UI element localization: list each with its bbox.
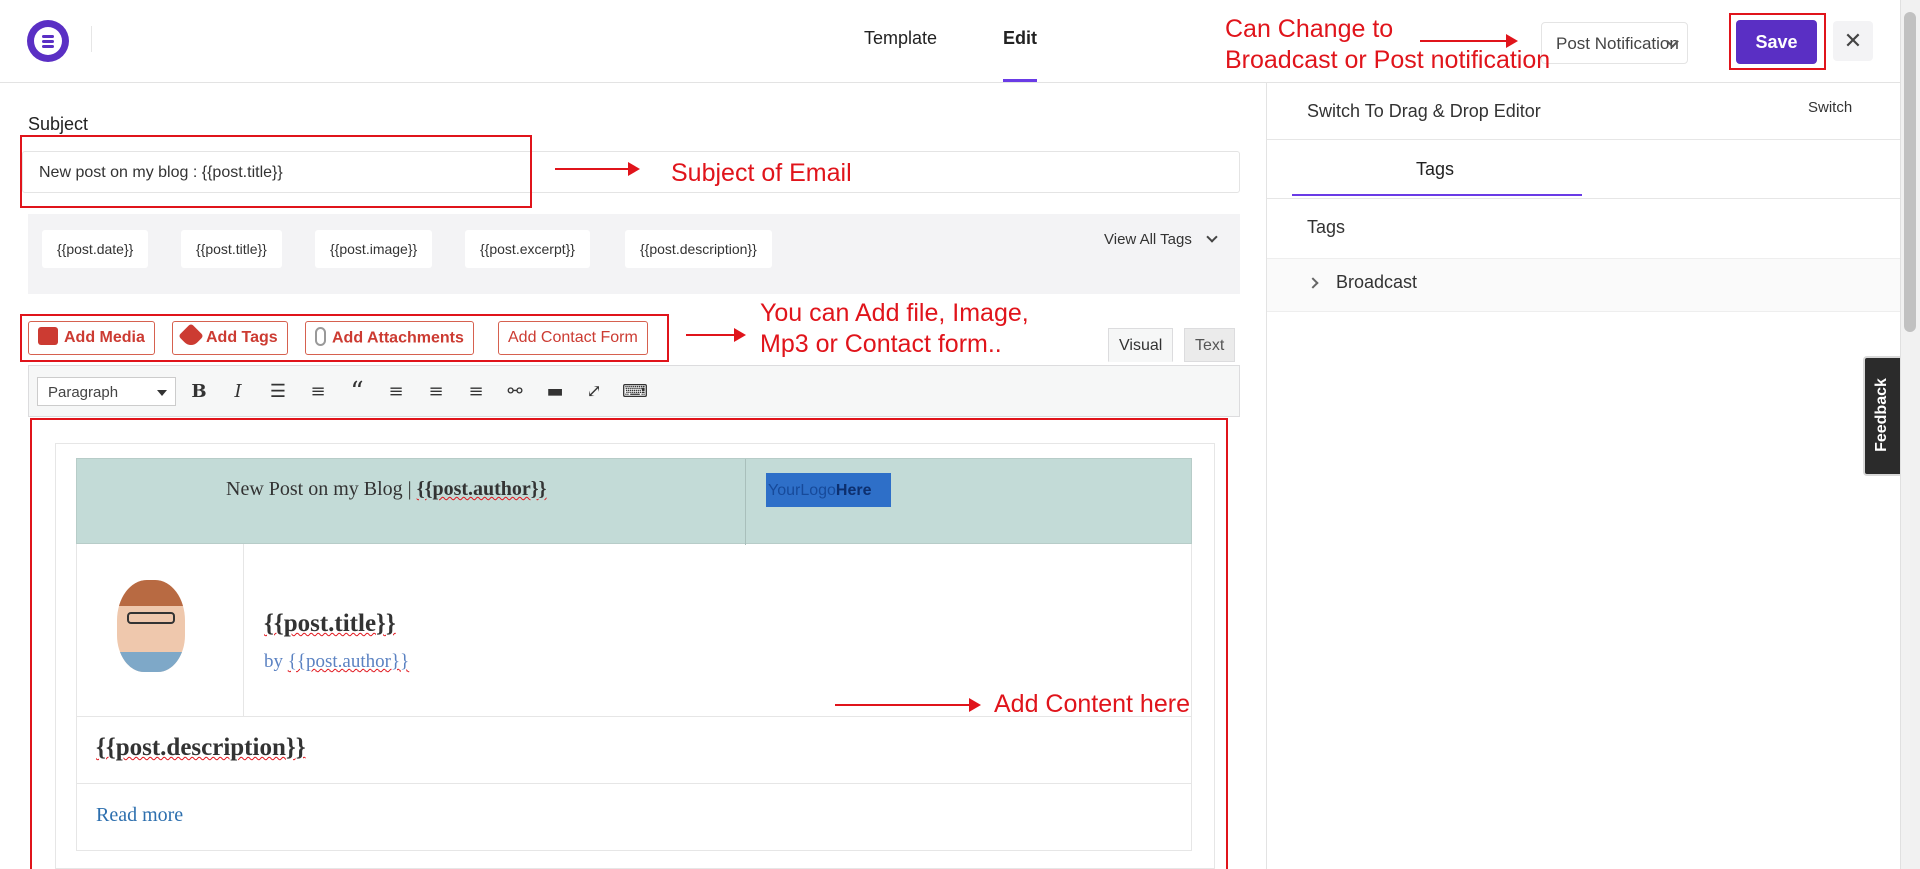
- feedback-tab[interactable]: Feedback: [1863, 356, 1900, 476]
- link-icon[interactable]: ⚯: [503, 381, 527, 405]
- email-header-title[interactable]: New Post on my Blog | {{post.author}}: [226, 478, 547, 501]
- dropdown-arrow-icon: [157, 390, 167, 396]
- tab-visual[interactable]: Visual: [1108, 328, 1174, 362]
- tag-chip-post-excerpt[interactable]: {{post.excerpt}}: [465, 230, 590, 268]
- toolbar-toggle-icon[interactable]: ⌨: [622, 381, 648, 405]
- post-author[interactable]: by {{post.author}}: [264, 651, 409, 673]
- add-tags-button[interactable]: Add Tags: [172, 321, 288, 355]
- annotation-subject-note: Subject of Email: [671, 159, 852, 187]
- tags-section-heading: Tags: [1307, 217, 1346, 237]
- email-header-author-tag: {{post.author}}: [416, 478, 547, 500]
- annotation-media-note: You can Add file, Image, Mp3 or Contact …: [760, 298, 1029, 360]
- tab-text[interactable]: Text: [1184, 328, 1236, 362]
- align-center-icon[interactable]: ≡: [424, 381, 448, 405]
- scrollbar-thumb[interactable]: [1904, 12, 1916, 332]
- post-title[interactable]: {{post.title}}: [264, 610, 396, 638]
- tag-chip-post-title[interactable]: {{post.title}}: [181, 230, 282, 268]
- email-header-row: [76, 458, 1192, 545]
- add-attachments-button[interactable]: Add Attachments: [305, 321, 474, 355]
- paperclip-icon: [315, 327, 326, 346]
- campaign-type-value: Post Notification: [1556, 34, 1679, 53]
- read-more-tag-icon[interactable]: ▬: [543, 381, 567, 405]
- right-panel: [1266, 83, 1900, 869]
- active-tab-indicator: [1003, 79, 1037, 82]
- media-icon: [38, 327, 58, 345]
- active-panel-tab-indicator: [1292, 194, 1582, 196]
- save-button[interactable]: Save: [1736, 20, 1817, 64]
- tag-group-broadcast-label[interactable]: Broadcast: [1336, 272, 1417, 293]
- annotation-arrow-content: [835, 698, 981, 712]
- annotation-arrow-type: [1420, 34, 1518, 48]
- add-media-button[interactable]: Add Media: [28, 321, 155, 355]
- format-select-value: Paragraph: [48, 384, 119, 401]
- post-by-label: by: [264, 651, 288, 672]
- chevron-down-icon: [1206, 231, 1218, 243]
- feedback-label: Feedback: [1873, 378, 1890, 452]
- author-avatar[interactable]: [117, 580, 185, 672]
- tag-chip-post-date[interactable]: {{post.date}}: [42, 230, 149, 268]
- annotation-arrow-media: [686, 328, 746, 342]
- email-header-divider: [745, 459, 746, 545]
- close-icon[interactable]: ✕: [1833, 21, 1873, 61]
- tag-chip-post-description[interactable]: {{post.description}}: [625, 230, 772, 268]
- switch-editor-title: Switch To Drag & Drop Editor: [1307, 101, 1541, 121]
- italic-icon[interactable]: I: [226, 381, 250, 405]
- annotation-type-note: Can Change to Broadcast or Post notifica…: [1225, 14, 1550, 76]
- add-media-label: Add Media: [64, 329, 145, 347]
- panel-divider: [1267, 198, 1900, 199]
- add-contact-form-button[interactable]: Add Contact Form: [498, 321, 648, 355]
- logo-text: YourLogo: [768, 482, 836, 499]
- annotation-media-line2: Mp3 or Contact form..: [760, 330, 1002, 358]
- switch-editor-button[interactable]: Switch: [1808, 99, 1852, 116]
- read-more-row: [76, 784, 1192, 851]
- annotation-media-line1: You can Add file, Image,: [760, 299, 1029, 327]
- post-description[interactable]: {{post.description}}: [96, 734, 306, 762]
- blockquote-icon[interactable]: “: [345, 379, 369, 405]
- tag-icon: [178, 323, 204, 349]
- editor-toolbar: Paragraph B I ☰ ≡ “ ≡ ≡ ≡ ⚯ ▬ ⤢ ⌨: [28, 365, 1240, 417]
- tab-edit[interactable]: Edit: [1003, 28, 1037, 49]
- subject-label: Subject: [28, 114, 89, 134]
- campaign-type-select[interactable]: Post Notification: [1541, 22, 1688, 64]
- annotation-arrow-subject: [555, 162, 640, 176]
- bold-icon[interactable]: B: [187, 381, 211, 405]
- tab-tags[interactable]: Tags: [1416, 159, 1454, 180]
- logo-text-bold: Here: [835, 482, 872, 499]
- add-tags-label: Add Tags: [206, 329, 278, 347]
- logo-placeholder[interactable]: YourLogoHere: [766, 473, 891, 507]
- post-row-divider: [243, 544, 244, 716]
- app-logo-icon[interactable]: [27, 20, 69, 62]
- fullscreen-icon[interactable]: ⤢: [582, 381, 606, 405]
- post-author-tag: {{post.author}}: [287, 651, 410, 672]
- panel-divider: [1267, 139, 1900, 140]
- email-header-prefix: New Post on my Blog |: [226, 478, 417, 500]
- tab-template[interactable]: Template: [864, 28, 937, 49]
- tags-bar: {{post.date}} {{post.title}} {{post.imag…: [28, 214, 1240, 294]
- read-more-link[interactable]: Read more: [96, 804, 183, 827]
- view-all-tags-label: View All Tags: [1104, 231, 1192, 248]
- annotation-content-note: Add Content here: [994, 690, 1190, 718]
- format-select[interactable]: Paragraph: [37, 377, 176, 406]
- tag-chip-post-image[interactable]: {{post.image}}: [315, 230, 433, 268]
- annotation-type-line2: Broadcast or Post notification: [1225, 46, 1551, 74]
- align-left-icon[interactable]: ≡: [384, 381, 408, 405]
- header-separator: [91, 26, 92, 52]
- align-right-icon[interactable]: ≡: [464, 381, 488, 405]
- add-attachments-label: Add Attachments: [332, 329, 464, 347]
- numbered-list-icon[interactable]: ≡: [306, 381, 330, 405]
- bullet-list-icon[interactable]: ☰: [266, 381, 290, 405]
- view-all-tags-button[interactable]: View All Tags: [1104, 231, 1218, 248]
